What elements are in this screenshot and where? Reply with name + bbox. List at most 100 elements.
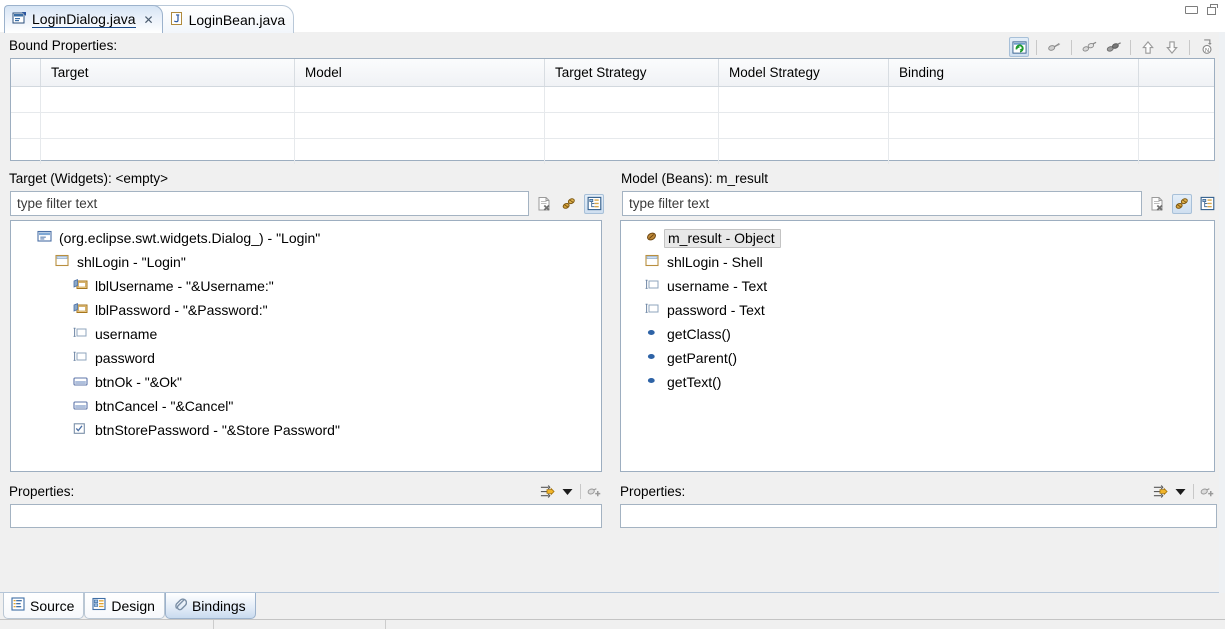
model-panel-label: Model (Beans): m_result	[621, 171, 769, 186]
table-header-target[interactable]: Target	[41, 59, 295, 86]
maximize-icon[interactable]	[1207, 4, 1219, 15]
tree-item-lbl-password[interactable]: lblPassword - "&Password:"	[11, 298, 601, 322]
show-beans-icon[interactable]	[1172, 193, 1192, 214]
toolbar-separator	[1130, 39, 1131, 55]
close-icon[interactable]: ✕	[144, 14, 154, 26]
shell-icon	[55, 254, 72, 270]
tree-item-btn-ok[interactable]: btnOk - "&Ok"	[11, 370, 601, 394]
table-header-cell[interactable]	[11, 59, 41, 86]
target-filter-input[interactable]: type filter text	[10, 191, 529, 216]
table-header-binding[interactable]: Binding	[889, 59, 1139, 86]
tree-item-label: lblUsername - "&Username:"	[95, 278, 274, 294]
tree-item-password-text[interactable]: password - Text	[621, 298, 1214, 322]
tree-item-username[interactable]: username	[11, 322, 601, 346]
show-beans-icon[interactable]	[559, 194, 579, 214]
editor-tab-login-dialog[interactable]: LoginDialog.java ✕	[4, 5, 163, 33]
shell-icon	[645, 254, 662, 270]
text-icon	[645, 302, 662, 318]
tree-item-label: getText()	[667, 374, 722, 390]
tree-item-label: getParent()	[667, 350, 738, 366]
design-icon	[92, 597, 106, 614]
tree-item-get-text[interactable]: getText()	[621, 370, 1214, 394]
button-icon	[73, 398, 90, 414]
table-header-row: Target Model Target Strategy Model Strat…	[11, 59, 1214, 87]
filter-properties-icon[interactable]	[1150, 481, 1170, 501]
table-header-target-strategy[interactable]: Target Strategy	[545, 59, 719, 86]
tab-design[interactable]: Design	[84, 593, 165, 619]
dialog-icon	[37, 230, 54, 246]
toolbar-separator	[1189, 39, 1190, 55]
table-header-model[interactable]: Model	[295, 59, 545, 86]
target-properties-title: Properties:	[9, 483, 75, 499]
add-binding-button[interactable]	[1079, 37, 1099, 57]
remove-binding-button[interactable]	[1103, 37, 1123, 57]
tree-item-shl-login-shell[interactable]: shlLogin - Shell	[621, 250, 1214, 274]
table-row[interactable]	[11, 87, 1214, 113]
model-filter-input[interactable]: type filter text	[622, 191, 1142, 216]
tree-item-dialog[interactable]: (org.eclipse.swt.widgets.Dialog_) - "Log…	[11, 226, 601, 250]
model-properties-value[interactable]	[620, 504, 1217, 528]
tree-item-btn-store-password[interactable]: btnStorePassword - "&Store Password"	[11, 418, 601, 442]
label-icon	[73, 302, 90, 318]
tab-source[interactable]: Source	[3, 593, 85, 619]
status-separator	[213, 620, 214, 629]
tree-item-username-text[interactable]: username - Text	[621, 274, 1214, 298]
tree-item-shl-login[interactable]: shlLogin - "Login"	[11, 250, 601, 274]
model-tree[interactable]: m_result - Object shlLogin - Shell usern…	[620, 220, 1215, 472]
properties-menu-chevron-icon[interactable]	[557, 481, 577, 501]
tree-item-m-result[interactable]: m_result - Object	[621, 226, 1214, 250]
bindings-icon	[173, 597, 188, 614]
move-up-button[interactable]	[1138, 37, 1158, 57]
tree-item-label: lblPassword - "&Password:"	[95, 302, 268, 318]
tree-item-label: btnStorePassword - "&Store Password"	[95, 422, 340, 438]
tree-item-get-parent[interactable]: getParent()	[621, 346, 1214, 370]
show-widgets-tree-icon[interactable]	[1197, 194, 1217, 214]
tree-item-password[interactable]: password	[11, 346, 601, 370]
refresh-bindings-button[interactable]	[1009, 37, 1029, 57]
add-property-icon[interactable]	[1197, 481, 1217, 501]
move-down-button[interactable]	[1162, 37, 1182, 57]
properties-menu-chevron-icon[interactable]	[1170, 481, 1190, 501]
model-properties-header: Properties:	[612, 478, 1225, 504]
target-panel-label: Target (Widgets): <empty>	[9, 171, 169, 186]
vertical-scroll-rail[interactable]	[1219, 32, 1225, 593]
svg-text:N: N	[1205, 48, 1209, 54]
tree-item-label: username - Text	[667, 278, 768, 294]
tree-item-lbl-username[interactable]: lblUsername - "&Username:"	[11, 274, 601, 298]
bound-properties-section: Bound Properties: N Target Model Target …	[0, 32, 1225, 164]
tree-item-label: btnCancel - "&Cancel"	[95, 398, 234, 414]
table-header-model-strategy[interactable]: Model Strategy	[719, 59, 889, 86]
bound-properties-table[interactable]: Target Model Target Strategy Model Strat…	[10, 58, 1215, 164]
button-icon	[73, 374, 90, 390]
checkbox-icon	[73, 422, 90, 438]
table-header-cell[interactable]	[1139, 59, 1214, 86]
clear-filter-icon[interactable]	[534, 194, 554, 214]
bound-properties-toolbar: N	[1009, 37, 1217, 57]
editor-tab-login-bean[interactable]: LoginBean.java	[150, 5, 295, 33]
table-row[interactable]	[11, 113, 1214, 139]
minimize-icon[interactable]	[1185, 5, 1198, 14]
editor-tab-list: LoginDialog.java ✕ LoginBean.java	[0, 0, 1225, 33]
target-tree[interactable]: (org.eclipse.swt.widgets.Dialog_) - "Log…	[10, 220, 602, 472]
toolbar-separator	[1071, 39, 1072, 55]
method-icon	[645, 326, 662, 342]
goto-definition-button[interactable]: N	[1197, 37, 1217, 57]
tree-item-label: password - Text	[667, 302, 765, 318]
table-row[interactable]	[11, 139, 1214, 164]
text-icon	[73, 350, 90, 366]
tree-item-btn-cancel[interactable]: btnCancel - "&Cancel"	[11, 394, 601, 418]
add-property-icon[interactable]	[584, 481, 604, 501]
edit-binding-button[interactable]	[1044, 37, 1064, 57]
show-widgets-tree-icon[interactable]	[584, 193, 604, 214]
label-icon	[73, 278, 90, 294]
text-icon	[73, 326, 90, 342]
tree-item-label: username	[95, 326, 158, 342]
panels-container: Target (Widgets): <empty> type filter te…	[0, 165, 1225, 528]
tab-bindings[interactable]: Bindings	[164, 593, 256, 619]
tree-item-label: shlLogin - "Login"	[77, 254, 186, 270]
filter-properties-icon[interactable]	[537, 481, 557, 501]
target-properties-value[interactable]	[10, 504, 602, 528]
editor-tab-bar: LoginDialog.java ✕ LoginBean.java	[0, 0, 1225, 33]
tree-item-get-class[interactable]: getClass()	[621, 322, 1214, 346]
clear-filter-icon[interactable]	[1147, 194, 1167, 214]
